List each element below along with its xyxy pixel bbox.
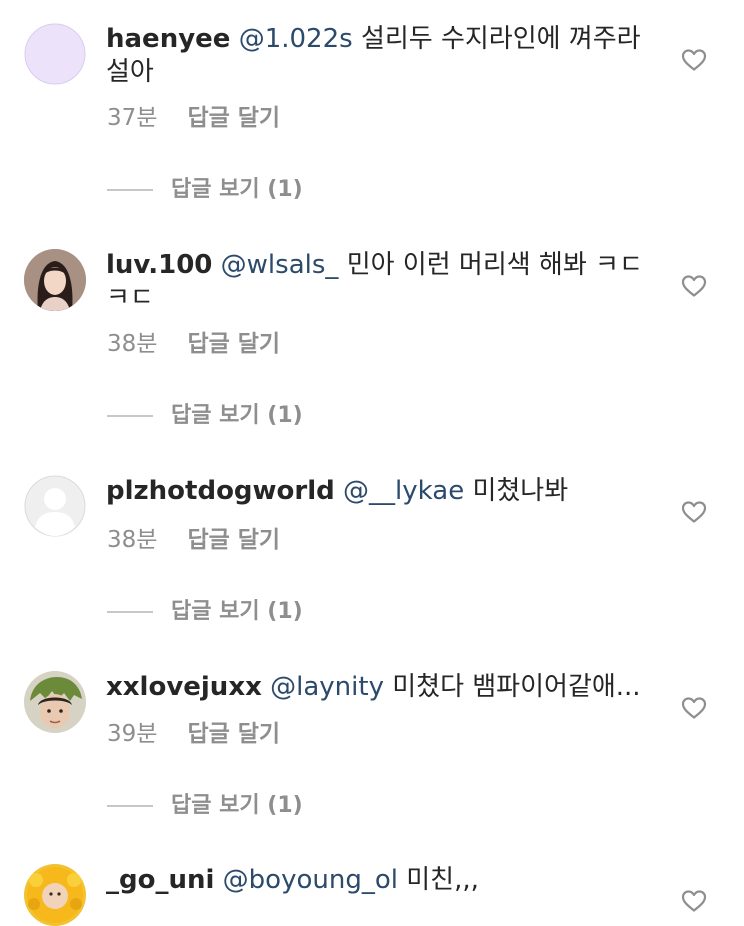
comment-time: 39분: [107, 721, 158, 747]
heart-icon: [681, 49, 707, 71]
avatar[interactable]: [24, 23, 86, 85]
comment-username[interactable]: haenyee: [106, 24, 230, 54]
view-replies-label: 답글 보기 (1): [171, 403, 303, 428]
view-replies-divider: [107, 189, 153, 191]
view-replies-divider: [107, 611, 153, 613]
comment-body: 미쳤다 뱀파이어같애...: [392, 672, 641, 702]
comment-meta: 39분 답글 달기: [107, 720, 280, 748]
comment-mention[interactable]: @__lykae: [343, 476, 464, 506]
avatar[interactable]: [24, 671, 86, 733]
sunflower-avatar-icon: [24, 864, 86, 926]
lavender-avatar-icon: [24, 23, 86, 85]
reply-button[interactable]: 답글 달기: [187, 105, 280, 131]
comment-time: 38분: [107, 331, 158, 357]
heart-icon: [681, 501, 707, 523]
like-button[interactable]: [681, 889, 707, 913]
comment-text: luv.100 @wlsals_ 민아 이런 머리색 해봐 ㅋㄷ ㅋㄷ: [106, 249, 666, 315]
view-replies-button[interactable]: 답글 보기 (1): [107, 401, 303, 431]
view-replies-label: 답글 보기 (1): [171, 793, 303, 818]
dino-hat-avatar-icon: [24, 671, 86, 733]
comment-text: haenyee @1.022s 설리두 수지라인에 껴주라 설아: [106, 23, 666, 89]
comment-meta: 38분 답글 달기: [107, 330, 280, 358]
view-replies-button[interactable]: 답글 보기 (1): [107, 791, 303, 821]
comment-mention[interactable]: @laynity: [270, 672, 384, 702]
reply-button[interactable]: 답글 달기: [187, 331, 280, 357]
heart-icon: [681, 697, 707, 719]
heart-icon: [681, 275, 707, 297]
comment-mention[interactable]: @1.022s: [239, 24, 353, 54]
comment-meta: 37분 답글 달기: [107, 104, 280, 132]
like-button[interactable]: [681, 696, 707, 720]
view-replies-divider: [107, 415, 153, 417]
view-replies-button[interactable]: 답글 보기 (1): [107, 597, 303, 627]
like-button[interactable]: [681, 500, 707, 524]
woman-photo-avatar-icon: [24, 249, 86, 311]
avatar[interactable]: [24, 475, 86, 537]
comment-username[interactable]: plzhotdogworld: [106, 476, 335, 506]
comment-time: 37분: [107, 105, 158, 131]
reply-button[interactable]: 답글 달기: [187, 527, 280, 553]
comment-body: 미친,,,: [406, 865, 479, 895]
comment-mention[interactable]: @wlsals_: [221, 250, 339, 280]
comment-username[interactable]: _go_uni: [106, 865, 214, 895]
reply-button[interactable]: 답글 달기: [187, 721, 280, 747]
comment-body: 미쳤나봐: [472, 476, 569, 506]
default-person-avatar-icon: [24, 475, 86, 537]
comment-username[interactable]: luv.100: [106, 250, 212, 280]
avatar[interactable]: [24, 249, 86, 311]
comment-text: _go_uni @boyoung_ol 미친,,,: [106, 864, 666, 897]
view-replies-divider: [107, 805, 153, 807]
comment-text: plzhotdogworld @__lykae 미쳤나봐: [106, 475, 666, 508]
view-replies-label: 답글 보기 (1): [171, 599, 303, 624]
like-button[interactable]: [681, 48, 707, 72]
comment-username[interactable]: xxlovejuxx: [106, 672, 262, 702]
view-replies-label: 답글 보기 (1): [171, 177, 303, 202]
comment-mention[interactable]: @boyoung_ol: [223, 865, 398, 895]
comment-meta: 38분 답글 달기: [107, 526, 280, 554]
view-replies-button[interactable]: 답글 보기 (1): [107, 175, 303, 205]
avatar[interactable]: [24, 864, 86, 926]
heart-icon: [681, 890, 707, 912]
comment-time: 38분: [107, 527, 158, 553]
comment-text: xxlovejuxx @laynity 미쳤다 뱀파이어같애...: [106, 671, 666, 704]
like-button[interactable]: [681, 274, 707, 298]
